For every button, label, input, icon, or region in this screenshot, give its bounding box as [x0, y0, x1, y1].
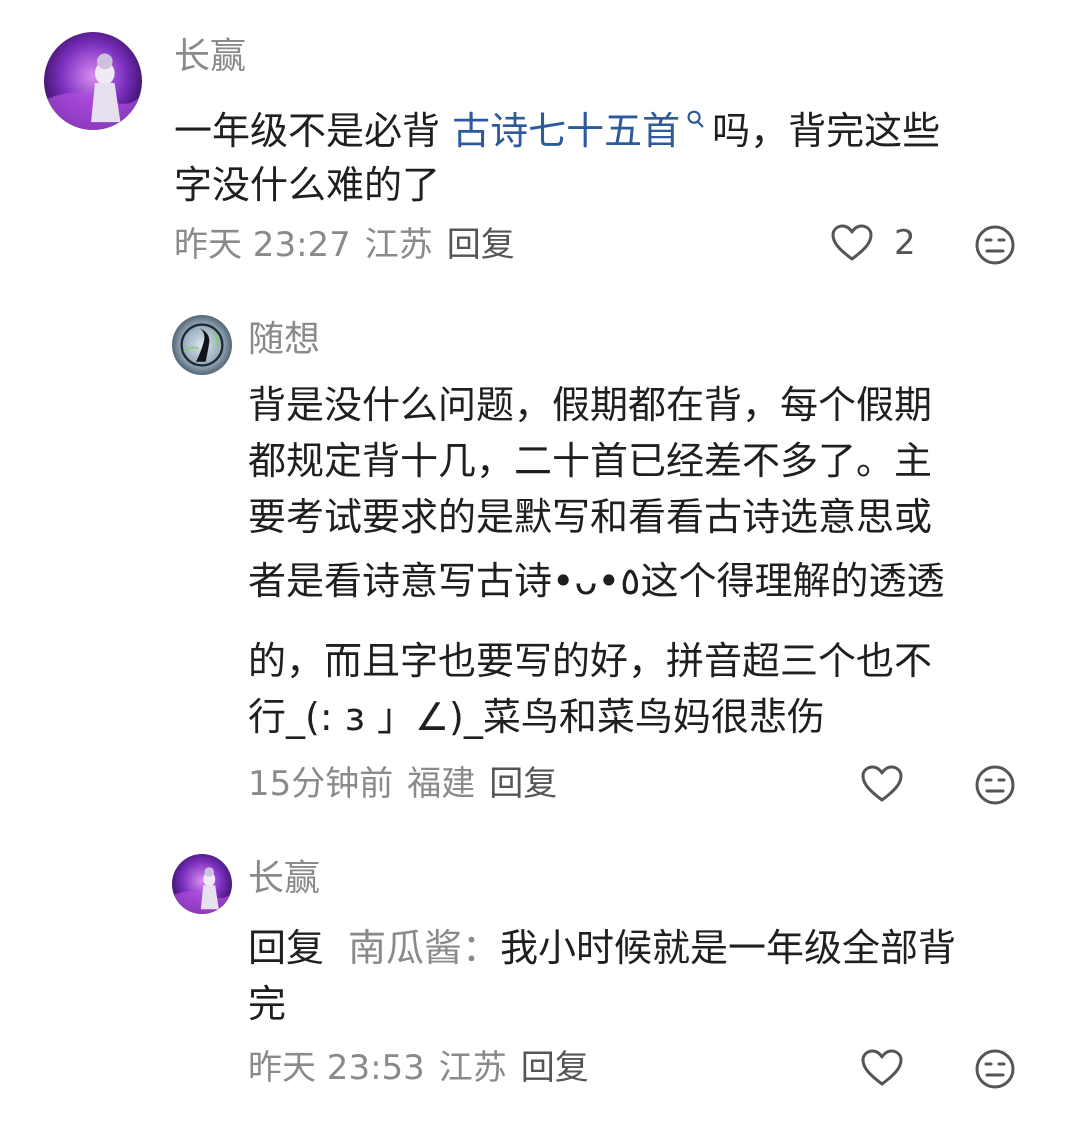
heart-outline-icon [861, 1049, 903, 1086]
heart-outline-icon [831, 224, 873, 261]
avatar-purple-stage-icon [172, 854, 232, 914]
username[interactable]: 长赢 [174, 37, 246, 77]
comment-meta: 昨天 23:27 江苏 回复 [174, 225, 515, 265]
reply-button[interactable]: 回复 [447, 225, 515, 265]
username[interactable]: 长赢 [248, 859, 320, 899]
location: 福建 [407, 764, 476, 804]
comment-text-part: 我小时候就是一年级全部背 [500, 926, 957, 970]
avatar[interactable] [172, 854, 232, 914]
neutral-face-icon [975, 765, 1015, 805]
neutral-face-icon [975, 1049, 1015, 1089]
comment-text: 背是没什么问题，假期都在背，每个假期 都规定背十几，二十首已经差不多了。主 要考… [248, 377, 945, 745]
avatar[interactable] [44, 32, 142, 130]
like-button[interactable] [860, 1048, 904, 1088]
location: 江苏 [364, 225, 433, 265]
like-count: 2 [894, 223, 916, 263]
timestamp: 昨天 23:27 [174, 225, 351, 265]
avatar-purple-stage-icon [44, 32, 142, 130]
like-button[interactable]: 2 [830, 223, 916, 263]
timestamp: 昨天 23:53 [248, 1048, 425, 1088]
comment-text-line: 行_(: з 」∠)_菜鸟和菜鸟妈很悲伤 [248, 695, 825, 739]
reply-button[interactable]: 回复 [521, 1048, 589, 1088]
location: 江苏 [438, 1048, 507, 1088]
like-button[interactable] [860, 764, 904, 804]
emoji-reaction-button[interactable] [974, 224, 1016, 266]
comment-text: 回复 南瓜酱：我小时候就是一年级全部背 完 [248, 920, 956, 1032]
avatar-dark-figure-icon [172, 315, 232, 375]
heart-outline-icon [861, 765, 903, 802]
comment-text-line: 的，而且字也要写的好，拼音超三个也不 [248, 639, 933, 683]
comment-text-line: 者是看诗意写古诗•ᴗ•٥这个得理解的透透 [248, 559, 945, 603]
comment-meta: 昨天 23:53 江苏 回复 [248, 1048, 589, 1088]
search-icon[interactable] [684, 108, 706, 130]
comment-text: 一年级不是必背 古诗七十五首 吗，背完这些 字没什么难的了 [174, 104, 940, 212]
timestamp: 15分钟前 [248, 764, 394, 804]
avatar[interactable] [172, 315, 232, 375]
reply-target-username[interactable]: 南瓜酱： [348, 926, 500, 970]
neutral-face-icon [975, 225, 1015, 265]
emoji-reaction-button[interactable] [974, 764, 1016, 806]
comment-text-line: 要考试要求的是默写和看看古诗选意思或 [248, 495, 933, 539]
keyword-link[interactable]: 古诗七十五首 [452, 109, 680, 153]
comment-text-line: 都规定背十几，二十首已经差不多了。主 [248, 439, 933, 483]
comment-text-part: 吗，背完这些 [712, 109, 941, 153]
comment-text-line: 背是没什么问题，假期都在背，每个假期 [248, 383, 933, 427]
comment-text-part: 一年级不是必背 [174, 109, 453, 153]
reply-button[interactable]: 回复 [489, 764, 557, 804]
comment-meta: 15分钟前 福建 回复 [248, 764, 557, 804]
username[interactable]: 随想 [248, 320, 320, 360]
emoji-reaction-button[interactable] [974, 1048, 1016, 1090]
comment-text-line: 字没什么难的了 [174, 163, 441, 207]
comment-text-line: 完 [248, 982, 287, 1026]
reply-prefix: 回复 [248, 926, 325, 970]
